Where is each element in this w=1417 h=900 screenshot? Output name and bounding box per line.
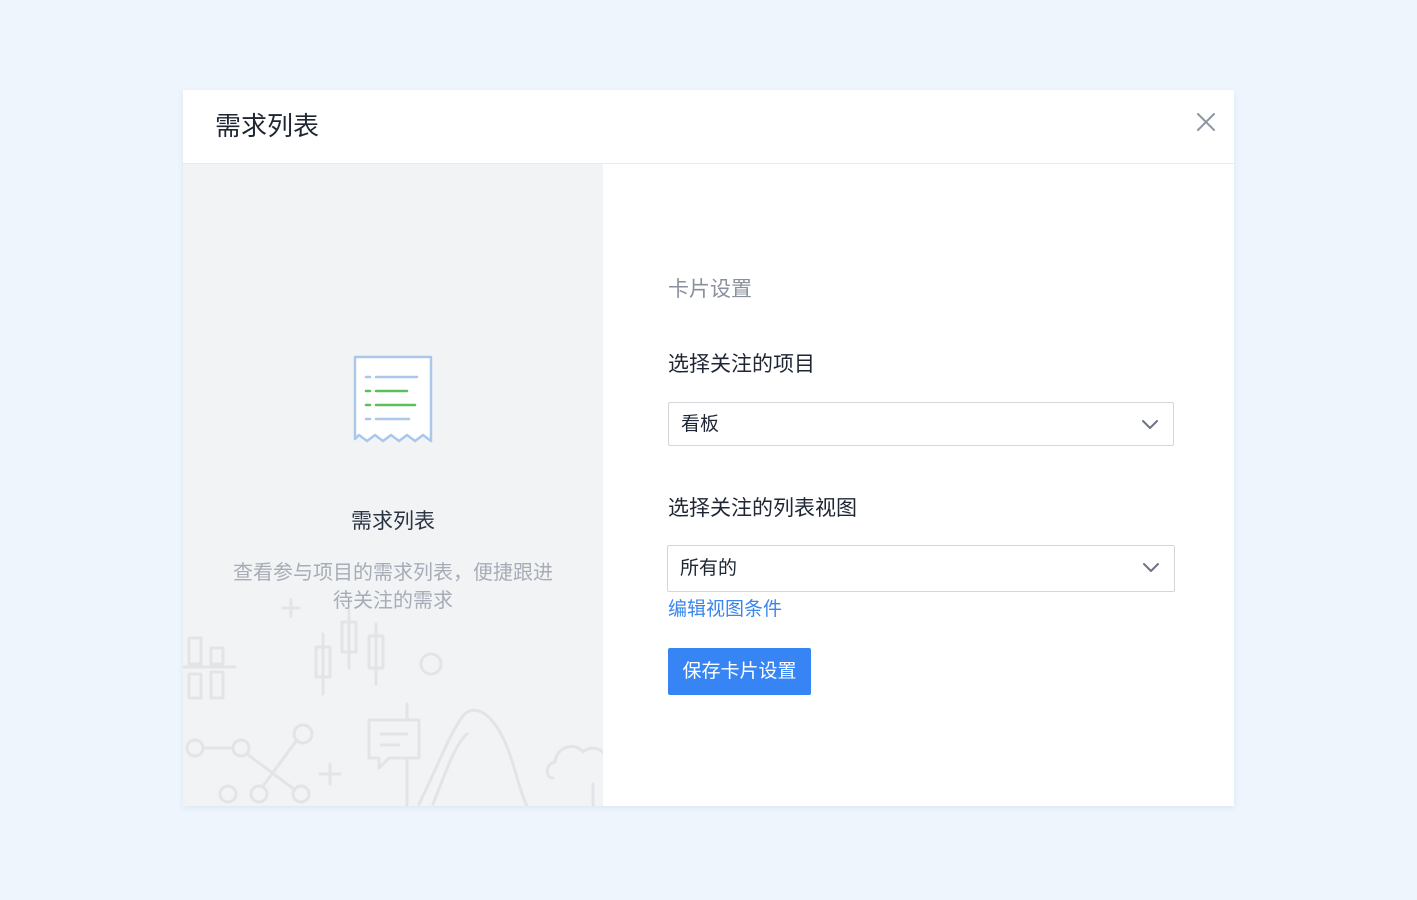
settings-pane: 卡片设置 选择关注的项目 看板 选择关注的列表视图 所有的 编辑视图条件 保存卡… [603,164,1234,806]
preview-description: 查看参与项目的需求列表，便捷跟进待关注的需求 [233,560,553,612]
view-select-value: 所有的 [680,557,738,579]
modal-title: 需求列表 [215,112,320,142]
decorative-chart-illustration [183,598,603,806]
view-select[interactable]: 所有的 [667,545,1175,592]
save-card-settings-button[interactable]: 保存卡片设置 [668,648,811,695]
list-document-icon [353,355,433,443]
card-settings-modal: 需求列表 需求列表 查看参与项目的需求列表，便捷跟进待关注的需求 卡片设置 选择… [183,90,1234,806]
project-select[interactable]: 看板 [668,402,1174,446]
chevron-down-icon [1142,420,1158,429]
project-select-value: 看板 [681,413,720,435]
modal-header: 需求列表 [183,90,1234,164]
preview-pane: 需求列表 查看参与项目的需求列表，便捷跟进待关注的需求 [183,164,603,806]
chevron-down-icon [1143,563,1159,572]
section-title: 卡片设置 [668,277,752,301]
view-field-label: 选择关注的列表视图 [668,496,857,520]
edit-view-conditions-link[interactable]: 编辑视图条件 [668,596,782,622]
preview-title: 需求列表 [351,509,435,533]
project-field-label: 选择关注的项目 [668,352,815,376]
close-icon[interactable] [1194,110,1218,134]
